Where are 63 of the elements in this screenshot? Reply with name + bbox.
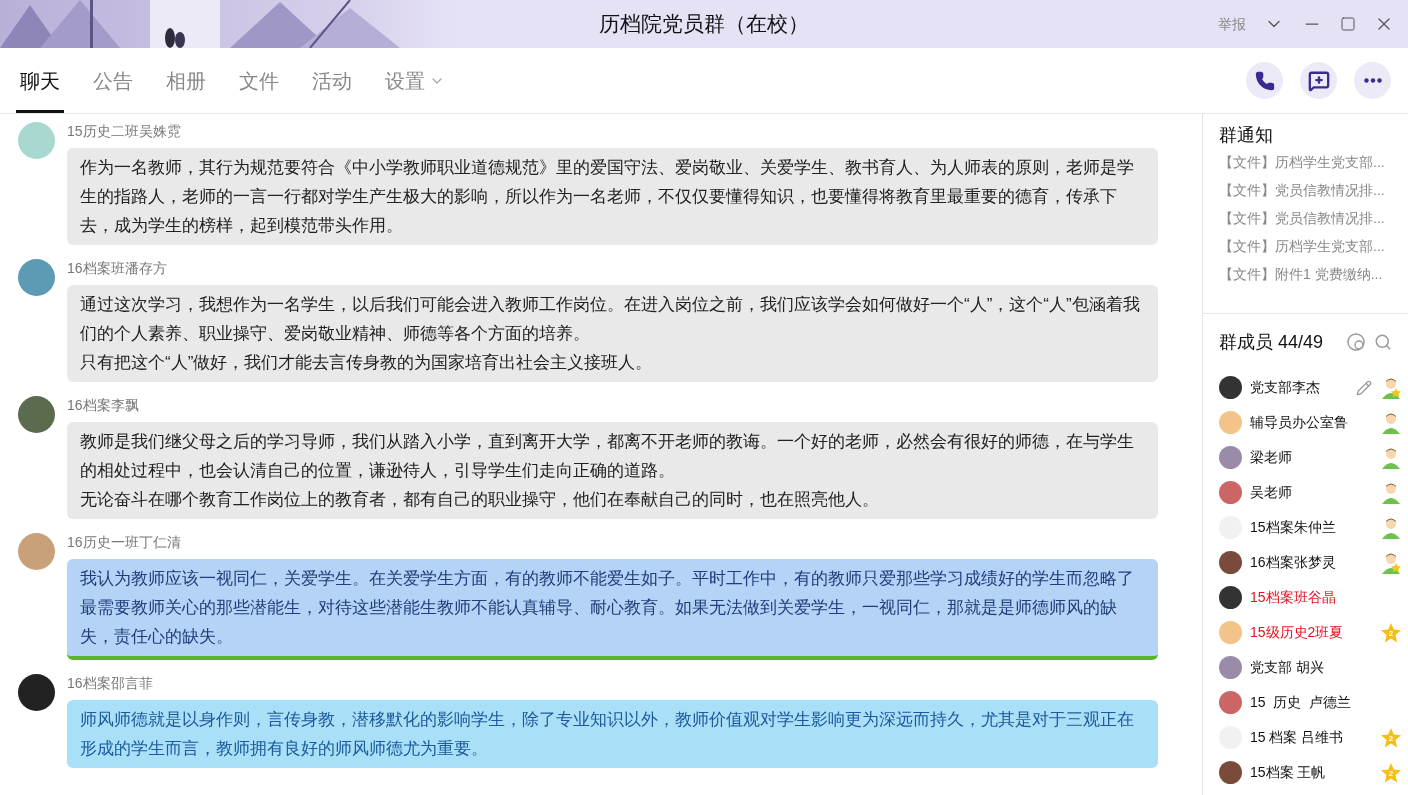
members-title: 群成员 44/49: [1219, 330, 1324, 354]
tab[interactable]: 聊天: [16, 48, 64, 113]
level-star-badge: 2: [1380, 761, 1402, 784]
message-text: 无论奋斗在哪个教育工作岗位上的教育者，都有自己的职业操守，他们在奉献自己的同时，也在照亮他人。: [80, 489, 880, 511]
message-text: 通过这次学习，我想作为一名学生，以后我们可能会进入教师工作岗位。在进入岗位之前，我们应该学会如何做好一个“人”，这个“人”包涵着我们的个人素养、职业操守、爱岗敬业精神、师德等各个方面的培养。: [80, 294, 1141, 345]
message-text: 师风师德就是以身作则，言传身教，潜移默化的影响学生，除了专业知识以外，教师价值观对学生影响更为深远而持久，尤其是对于三观正在形成的学生而言，教师拥有良好的师风师德尤为重要。: [80, 709, 1135, 760]
call-button[interactable]: [1246, 62, 1283, 99]
sender-name: 16档案李飘: [67, 396, 140, 414]
window-title: 历档院党员群（在校）: [599, 11, 809, 38]
more-icon: [1363, 78, 1382, 83]
edit-icon[interactable]: [1356, 379, 1372, 396]
sender-name: 16历史一班丁仁清: [67, 533, 182, 551]
sender-name: 15历史二班吴姝霓: [67, 122, 182, 140]
sender-name: 16档案邵言菲: [67, 674, 154, 692]
member-name[interactable]: 吴老师: [1250, 482, 1292, 503]
maximize-icon[interactable]: [1340, 16, 1356, 32]
avatar[interactable]: [18, 674, 55, 711]
message-text: 只有把这个“人”做好，我们才能去言传身教的为国家培育出社会主义接班人。: [80, 352, 654, 374]
person-icon: [1380, 411, 1402, 434]
member-name[interactable]: 15档案班谷晶: [1250, 587, 1336, 608]
member-avatar[interactable]: [1219, 586, 1242, 609]
notice-title: 群通知: [1219, 124, 1274, 147]
notice-item[interactable]: 【文件】党员信教情况排...: [1219, 204, 1392, 232]
member-name[interactable]: 梁老师: [1250, 447, 1292, 468]
tab[interactable]: 公告: [89, 48, 137, 113]
tab[interactable]: 文件: [235, 48, 283, 113]
member-avatar[interactable]: [1219, 761, 1242, 784]
search-icon[interactable]: [1374, 333, 1392, 351]
level-star-badge: 2: [1380, 621, 1402, 644]
level-star-badge: 2: [1380, 726, 1402, 749]
hide-avatar-icon[interactable]: [1346, 332, 1366, 352]
member-name[interactable]: 15档案朱仲兰: [1250, 517, 1336, 538]
phone-icon: [1254, 70, 1275, 91]
member-name[interactable]: 党支部 胡兴: [1250, 657, 1324, 678]
new-message-button[interactable]: [1300, 62, 1337, 99]
tab[interactable]: 活动: [308, 48, 356, 113]
tab[interactable]: 设置: [381, 48, 449, 113]
message-plus-icon: [1307, 69, 1330, 92]
member-name[interactable]: 16档案张梦灵: [1250, 552, 1336, 573]
notice-item[interactable]: 【文件】附件1 党费缴纳...: [1219, 260, 1392, 288]
member-name[interactable]: 辅导员办公室鲁: [1250, 412, 1348, 433]
member-name[interactable]: 15 历史 卢德兰: [1250, 692, 1352, 713]
person-icon: [1380, 481, 1402, 504]
notice-item[interactable]: 【文件】历档学生党支部...: [1219, 232, 1392, 260]
report-button[interactable]: 举报: [1218, 13, 1246, 35]
member-name[interactable]: 15 档案 吕维书: [1250, 727, 1344, 748]
admin-person-icon: [1380, 376, 1402, 399]
notice-item[interactable]: 【文件】历档学生党支部...: [1219, 148, 1392, 176]
member-avatar[interactable]: [1219, 551, 1242, 574]
person-icon: [1380, 446, 1402, 469]
message-text: 我认为教师应该一视同仁，关爱学生。在关爱学生方面，有的教师不能爱生如子。平时工作中，有的教师只爱那些学习成绩好的学生而忽略了最需要教师关心的那些潜能生，对待这些潜能生教师不能认真辅导、耐心教育。如果无法做到关爱学生，一视同仁，那就是是师德师风的缺失，责任心的缺失。: [80, 568, 1135, 648]
admin-person-icon: [1380, 551, 1402, 574]
member-name[interactable]: 党支部李杰: [1250, 377, 1320, 398]
member-name[interactable]: 15级历史2班夏: [1250, 622, 1344, 643]
member-avatar[interactable]: [1219, 376, 1242, 399]
message-text: 作为一名教师，其行为规范要符合《中小学教师职业道德规范》里的爱国守法、爱岗敬业、关爱学生、教书育人、为人师表的原则，老师是学生的指路人，老师的一言一行都对学生产生极大的影响，所以作为一名老师，不仅仅要懂得知识，也要懂得将教育里最重要的德育，传承下去，成为学生的榜样，起到模范带头作用。: [80, 157, 1135, 237]
person-icon: [1380, 516, 1402, 539]
message-text: 教师是我们继父母之后的学习导师，我们从踏入小学，直到离开大学，都离不开老师的教诲。一个好的老师，必然会有很好的师德，在与学生的相处过程中，也会认清自己的位置，谦逊待人，引导学生们走向正确的道路。: [80, 431, 1135, 482]
member-name[interactable]: 15档案 王帆: [1250, 762, 1326, 783]
notice-item[interactable]: 【文件】党员信教情况排...: [1219, 176, 1392, 204]
sender-name: 16档案班潘存方: [67, 259, 168, 277]
more-button[interactable]: [1354, 62, 1391, 99]
tab[interactable]: 相册: [162, 48, 210, 113]
